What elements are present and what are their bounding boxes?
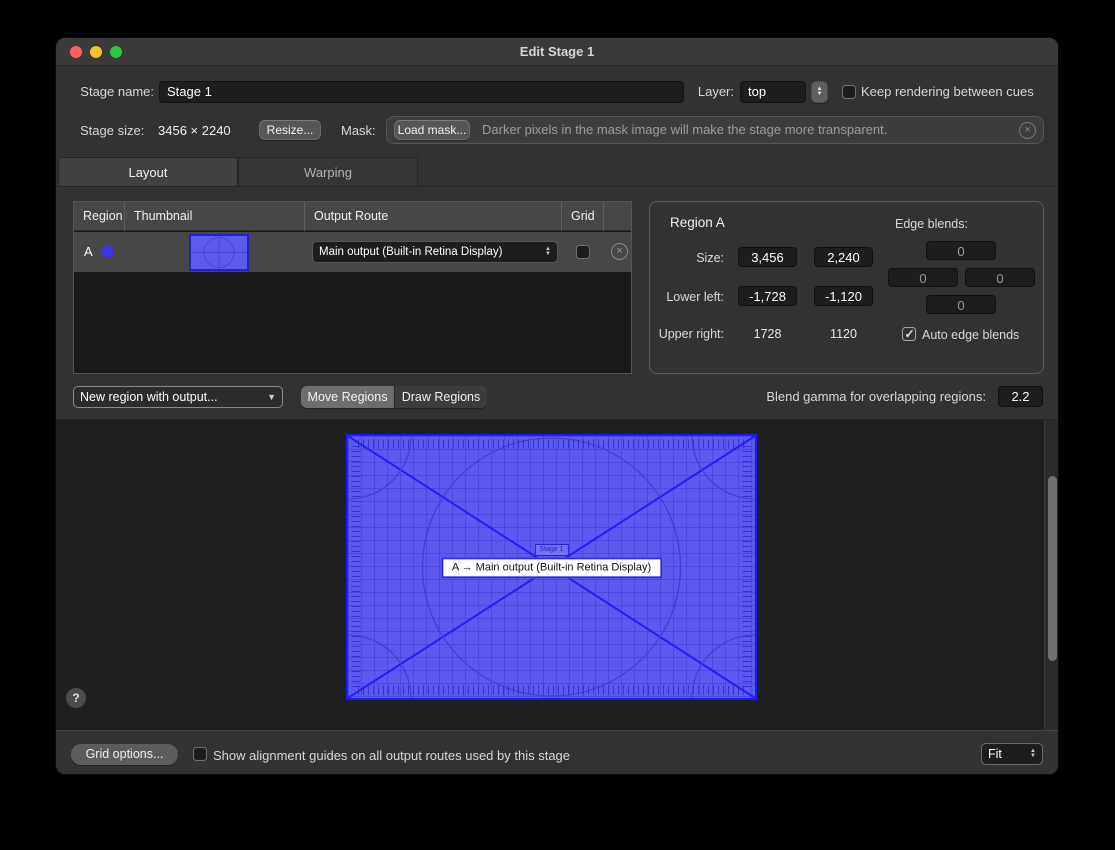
regions-table-header: Region Thumbnail Output Route Grid <box>74 202 631 231</box>
col-region: Region <box>74 202 125 231</box>
new-region-dropdown[interactable]: New region with output... ▼ <box>73 386 283 408</box>
size-label: Size: <box>664 251 724 265</box>
keep-rendering-checkbox[interactable] <box>842 85 856 99</box>
alignment-guides-label: Show alignment guides on all output rout… <box>213 748 570 763</box>
region-color-dot <box>101 245 114 258</box>
mask-label: Mask: <box>341 123 376 138</box>
lower-left-label: Lower left: <box>654 290 724 304</box>
tab-layout-label: Layout <box>128 165 167 180</box>
stage-name-label: Stage name: <box>66 84 154 99</box>
mask-field[interactable]: Load mask... Darker pixels in the mask i… <box>386 116 1044 144</box>
region-a-panel: Region A Edge blends: Size: 3,456 2,240 … <box>649 201 1044 374</box>
region-panel-title: Region A <box>670 215 725 230</box>
delete-region-icon[interactable]: × <box>611 243 628 260</box>
chevron-down-icon: ▼ <box>817 92 823 98</box>
stage-size-label: Stage size: <box>80 123 144 138</box>
edge-blends-label: Edge blends: <box>895 217 968 231</box>
edge-blend-top-input[interactable]: 0 <box>926 241 996 260</box>
scrollbar-thumb[interactable] <box>1048 476 1057 661</box>
canvas-scrollbar[interactable] <box>1044 420 1059 730</box>
new-region-dropdown-value: New region with output... <box>80 390 267 404</box>
stage-name-input[interactable]: Stage 1 <box>159 81 684 103</box>
help-button[interactable]: ? <box>66 688 86 708</box>
upper-right-x-value: 1728 <box>738 327 797 341</box>
edge-blend-left-input[interactable]: 0 <box>888 268 958 287</box>
clear-mask-icon[interactable]: × <box>1019 122 1036 139</box>
keep-rendering-label: Keep rendering between cues <box>861 84 1034 99</box>
window-title: Edit Stage 1 <box>56 38 1058 66</box>
canvas-zoom-select[interactable]: Fit ▲▼ <box>981 743 1043 765</box>
region-row-letter: A <box>84 244 93 259</box>
footer-bar: Grid options... Show alignment guides on… <box>56 730 1058 775</box>
auto-edge-blends-label: Auto edge blends <box>922 328 1019 342</box>
tab-layout[interactable]: Layout <box>58 157 238 187</box>
mask-placeholder: Darker pixels in the mask image will mak… <box>482 122 887 137</box>
output-route-value: Main output (Built-in Retina Display) <box>319 246 545 258</box>
col-thumbnail: Thumbnail <box>125 202 305 231</box>
draw-regions-button[interactable]: Draw Regions <box>394 386 487 408</box>
tab-warping[interactable]: Warping <box>238 157 418 187</box>
region-row[interactable]: A Main output (Built-in Retina Display) … <box>74 232 631 272</box>
grid-options-button[interactable]: Grid options... <box>71 744 178 765</box>
blend-gamma-label: Blend gamma for overlapping regions: <box>686 389 986 404</box>
col-actions <box>604 202 631 231</box>
alignment-guides-checkbox[interactable] <box>193 747 207 761</box>
stage-size-value: 3456 × 2240 <box>158 123 231 138</box>
grid-checkbox[interactable] <box>576 245 590 259</box>
select-arrows-icon: ▲▼ <box>545 247 551 258</box>
chevron-down-icon: ▼ <box>267 392 276 402</box>
move-regions-button[interactable]: Move Regions <box>301 386 394 408</box>
edit-stage-dialog: Edit Stage 1 Stage name: Stage 1 Layer: … <box>55 37 1059 775</box>
layer-label: Layer: <box>664 84 734 99</box>
upper-right-label: Upper right: <box>650 327 724 341</box>
region-thumbnail <box>189 234 249 271</box>
col-grid: Grid <box>562 202 604 231</box>
regions-table: Region Thumbnail Output Route Grid A Mai… <box>73 201 632 374</box>
load-mask-button[interactable]: Load mask... <box>394 120 470 140</box>
canvas-zoom-value: Fit <box>988 747 1030 761</box>
auto-edge-blends-checkbox[interactable] <box>902 327 916 341</box>
region-route-label[interactable]: A → Main output (Built-in Retina Display… <box>441 557 662 578</box>
tab-divider <box>56 186 1058 187</box>
lower-left-x-input[interactable]: -1,728 <box>738 286 797 306</box>
layer-stepper[interactable]: ▲ ▼ <box>811 81 828 103</box>
tab-warping-label: Warping <box>304 165 352 180</box>
select-arrows-icon: ▲▼ <box>1030 749 1036 760</box>
output-route-select[interactable]: Main output (Built-in Retina Display) ▲▼ <box>312 241 558 263</box>
stage-canvas[interactable]: Stage 1 A → Main output (Built-in Retina… <box>56 420 1059 730</box>
region-test-pattern[interactable]: Stage 1 A → Main output (Built-in Retina… <box>346 434 757 700</box>
layer-input[interactable]: top <box>740 81 806 103</box>
edge-blend-right-input[interactable]: 0 <box>965 268 1035 287</box>
size-width-input[interactable]: 3,456 <box>738 247 797 267</box>
blend-gamma-input[interactable]: 2.2 <box>998 386 1043 407</box>
col-output-route: Output Route <box>305 202 562 231</box>
upper-right-y-value: 1120 <box>814 327 873 341</box>
lower-left-y-input[interactable]: -1,120 <box>814 286 873 306</box>
title-bar[interactable]: Edit Stage 1 <box>56 38 1058 66</box>
edge-blend-bottom-input[interactable]: 0 <box>926 295 996 314</box>
stage-center-label: Stage 1 <box>534 544 568 556</box>
size-height-input[interactable]: 2,240 <box>814 247 873 267</box>
resize-button[interactable]: Resize... <box>259 120 321 140</box>
